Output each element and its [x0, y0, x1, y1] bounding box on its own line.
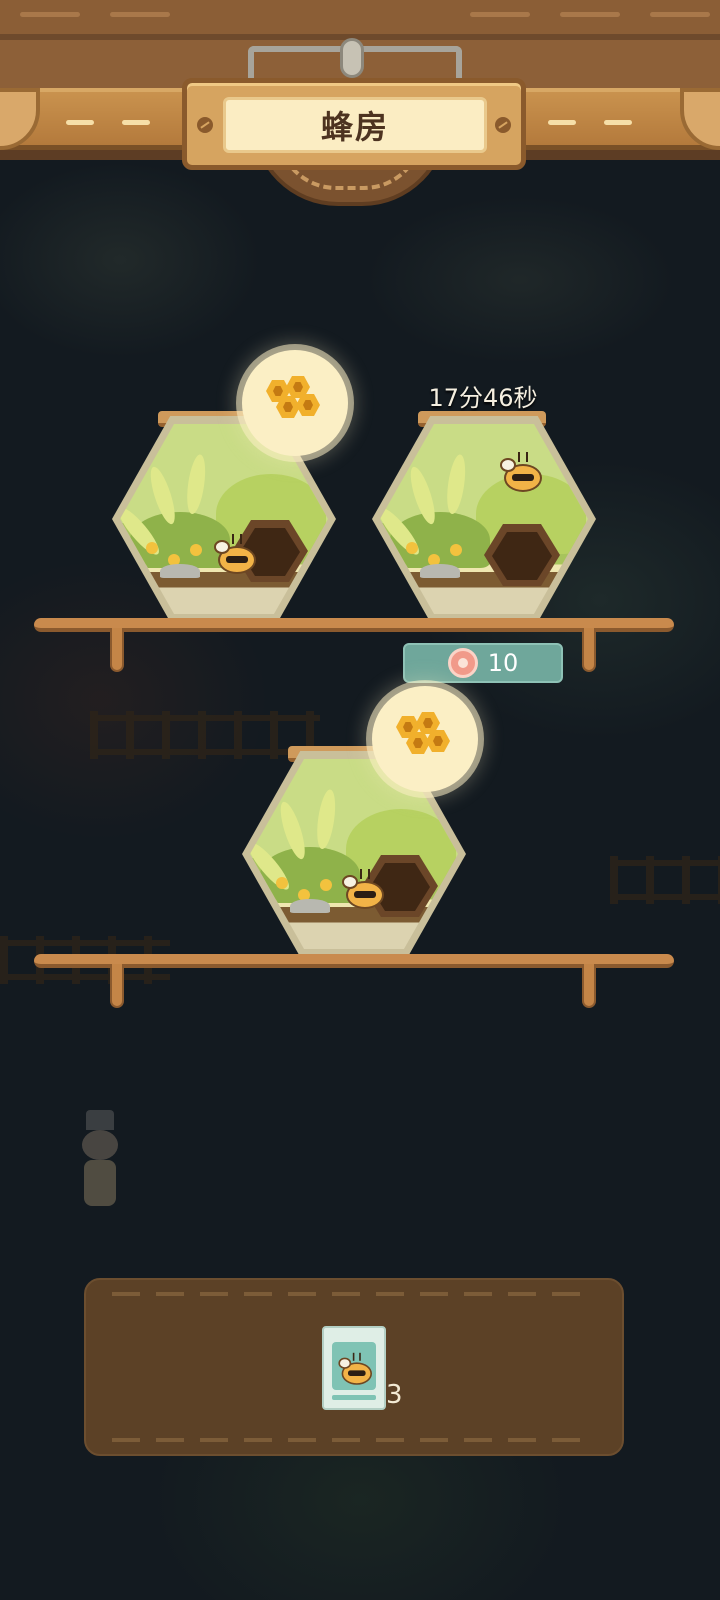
shelf-bracket: [582, 964, 596, 1008]
shelf-bracket: [110, 628, 124, 672]
shelf-top: [34, 618, 674, 632]
bee-seed-pack-icon[interactable]: [322, 1326, 386, 1410]
hive-jar-2[interactable]: [372, 416, 596, 622]
production-timer: 17分46秒: [428, 384, 538, 412]
shelf-bracket: [110, 964, 124, 1008]
background-farmer-character: [72, 1110, 128, 1210]
page-title: 蜂房: [320, 108, 389, 146]
item-count: 3: [386, 1380, 403, 1410]
honeycomb-icon[interactable]: [242, 350, 348, 456]
bee-sprite: [500, 452, 544, 494]
speed-up-button[interactable]: 10: [403, 643, 563, 683]
background-fence: [90, 711, 320, 759]
shelf-bracket: [582, 628, 596, 672]
hanger-bolt: [340, 38, 364, 78]
title-plate: 蜂房: [182, 78, 526, 170]
shelf-bottom: [34, 954, 674, 968]
bee-sprite: [214, 534, 258, 576]
background-fence: [610, 856, 720, 904]
flower-coin-icon: [447, 648, 478, 678]
honeycomb-icon[interactable]: [372, 686, 478, 792]
bee-sprite: [342, 869, 386, 911]
speed-up-cost: 10: [487, 649, 519, 677]
